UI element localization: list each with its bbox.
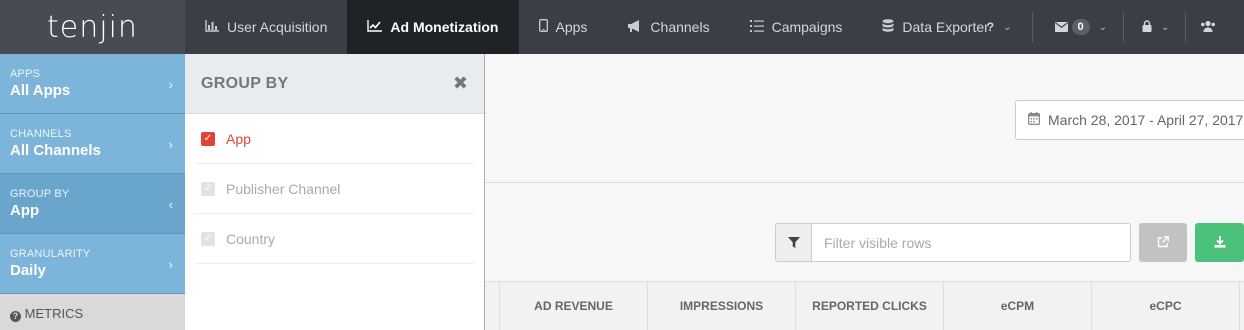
list-icon: [749, 19, 764, 35]
date-range-value: March 28, 2017 - April 27, 2017: [1048, 112, 1244, 128]
sidebar-item-value: All Apps: [10, 82, 71, 99]
metrics-label: METRICS: [24, 306, 84, 321]
nav-campaigns[interactable]: Campaigns: [730, 0, 863, 54]
filter-icon[interactable]: [776, 224, 812, 261]
users-icon: [1200, 19, 1216, 35]
brand-logo[interactable]: tenjin: [0, 0, 185, 54]
group-option-publisher-channel[interactable]: ✓ Publisher Channel: [195, 164, 474, 214]
question-circle-icon: ?: [10, 311, 21, 322]
open-external-button[interactable]: [1139, 223, 1187, 262]
envelope-icon: [1054, 19, 1068, 35]
mobile-icon: [538, 19, 548, 35]
nav-data-exporter[interactable]: Data Exporter ? ⌄: [862, 0, 1031, 54]
help-icon[interactable]: ?: [987, 20, 994, 34]
close-icon[interactable]: ✖: [453, 73, 468, 94]
sidebar-item-caption: GRANULARITY: [10, 248, 91, 260]
date-range-picker[interactable]: March 28, 2017 - April 27, 2017: [1015, 100, 1244, 140]
column-header-impressions[interactable]: IMPRESSIONS: [648, 282, 796, 330]
group-option-label: Country: [226, 230, 276, 247]
sidebar-item-caption: CHANNELS: [10, 128, 72, 140]
nav-ad-monetization[interactable]: Ad Monetization: [347, 0, 519, 54]
sidebar-item-granularity[interactable]: GRANULARITY Daily ›: [0, 234, 185, 294]
chevron-down-icon: ⌄: [1161, 21, 1170, 33]
group-by-panel: GROUP BY ✖ ✓ App ✓ Publisher Channel ✓ C…: [185, 54, 485, 330]
main-header: March 28, 2017 - April 27, 2017: [485, 54, 1244, 183]
table-header-stub: [485, 282, 500, 330]
group-option-country[interactable]: ✓ Country: [195, 214, 474, 264]
chevron-right-icon: ›: [168, 77, 173, 92]
calendar-icon: [1028, 112, 1041, 128]
chevron-right-icon: ›: [168, 137, 173, 152]
group-option-app[interactable]: ✓ App: [195, 114, 474, 164]
nav-label: Campaigns: [771, 19, 843, 35]
nav-label: Channels: [650, 19, 710, 35]
table-toolbar: [485, 183, 1244, 281]
nav-channels[interactable]: Channels: [607, 0, 729, 54]
team-dropdown[interactable]: [1186, 0, 1216, 54]
column-header-ecpc[interactable]: eCPC: [1092, 282, 1240, 330]
column-header-reported-clicks[interactable]: REPORTED CLICKS: [796, 282, 944, 330]
nav-label: Ad Monetization: [390, 19, 499, 35]
chevron-down-icon: ⌄: [1003, 21, 1012, 33]
sidebar-item-value: Daily: [10, 262, 46, 279]
nav-label: Apps: [555, 19, 588, 35]
sidebar-item-caption: APPS: [10, 68, 41, 80]
account-lock-dropdown[interactable]: ⌄: [1124, 0, 1185, 54]
group-option-label: Publisher Channel: [226, 180, 341, 197]
checkbox-checked[interactable]: ✓: [201, 131, 215, 146]
sidebar-item-value: All Channels: [10, 142, 101, 159]
download-icon: [1214, 235, 1226, 251]
messages-count-badge: 0: [1071, 19, 1090, 35]
chevron-down-icon: ⌄: [1098, 21, 1108, 33]
database-icon: [882, 19, 894, 35]
nav-user-acquisition[interactable]: User Acquisition: [185, 0, 347, 54]
column-header-ecpm[interactable]: eCPM: [944, 282, 1092, 330]
chevron-right-icon: ›: [168, 257, 173, 272]
top-navbar: tenjin User Acquisition Ad Monetization …: [0, 0, 1244, 54]
sidebar-item-value: App: [10, 202, 40, 219]
bullhorn-icon: [627, 19, 642, 35]
group-by-header: GROUP BY ✖: [185, 54, 484, 114]
line-chart-icon: [367, 19, 383, 35]
sidebar: APPS All Apps › CHANNELS All Channels › …: [0, 54, 185, 330]
group-option-label: App: [226, 130, 251, 147]
lock-icon: [1142, 19, 1152, 35]
column-header-ad-revenue[interactable]: AD REVENUE: [500, 282, 648, 330]
external-link-icon: [1157, 235, 1169, 251]
messages-dropdown[interactable]: 0 ⌄: [1033, 0, 1124, 54]
table-header: AD REVENUE IMPRESSIONS REPORTED CLICKS e…: [485, 281, 1244, 330]
checkbox-unchecked[interactable]: ✓: [201, 231, 215, 246]
sidebar-item-channels[interactable]: CHANNELS All Channels ›: [0, 114, 185, 174]
chevron-left-icon: ‹: [168, 197, 173, 212]
nav-label: User Acquisition: [227, 19, 328, 35]
download-button[interactable]: [1195, 223, 1244, 262]
nav-apps[interactable]: Apps: [519, 0, 608, 54]
checkbox-unchecked[interactable]: ✓: [201, 181, 215, 196]
sidebar-item-group-by[interactable]: GROUP BY App ‹: [0, 174, 185, 234]
group-by-title: GROUP BY: [201, 74, 289, 92]
filter-rows-input[interactable]: [812, 224, 1130, 261]
sidebar-item-caption: GROUP BY: [10, 188, 70, 200]
nav-label: Data Exporter: [902, 19, 989, 35]
sidebar-item-apps[interactable]: APPS All Apps ›: [0, 54, 185, 114]
bar-chart-icon: [205, 19, 219, 35]
sidebar-metrics-section[interactable]: ? METRICS: [0, 294, 185, 330]
filter-box: [775, 223, 1131, 262]
main-content: March 28, 2017 - April 27, 2017 AD REVEN…: [485, 54, 1244, 330]
